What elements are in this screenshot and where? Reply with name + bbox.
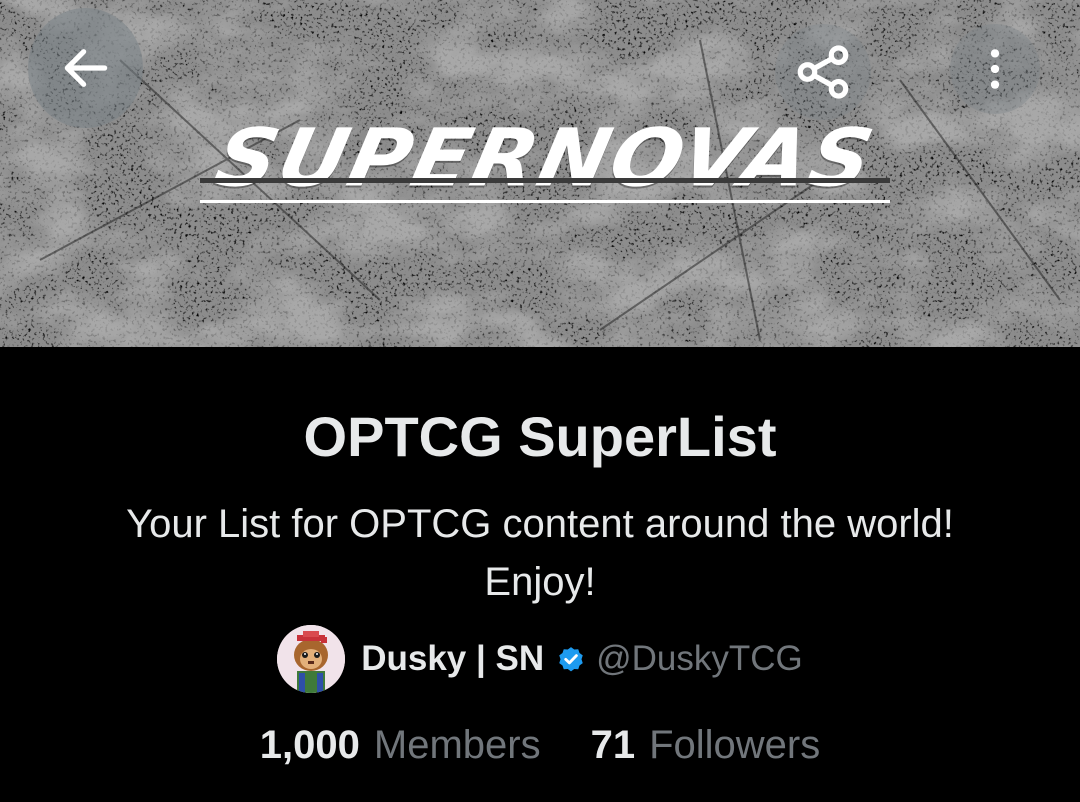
list-description: Your List for OPTCG content around the w…: [40, 495, 1040, 611]
avatar-image: [277, 625, 346, 693]
members-stat[interactable]: 1,000 Members: [260, 723, 541, 768]
list-owner[interactable]: Dusky | SN @DuskyTCG: [0, 625, 1080, 693]
list-title: OPTCG SuperList: [303, 405, 777, 468]
list-description-line: Your List for OPTCG content around the w…: [126, 502, 954, 546]
followers-count: 71: [590, 722, 636, 767]
more-vertical-icon: [990, 49, 1000, 89]
share-icon: [797, 45, 849, 99]
banner-logo-underline: [200, 200, 890, 203]
verified-badge-icon: [559, 647, 583, 672]
list-stats: 1,000 Members 71 Followers: [0, 715, 1080, 775]
avatar[interactable]: [277, 625, 346, 693]
banner-logo: SUPERNOVAS: [200, 108, 890, 218]
banner-logo-stripe: [200, 178, 890, 183]
list-description-line: Enjoy!: [484, 560, 596, 604]
back-button[interactable]: [28, 8, 143, 128]
arrow-left-icon: [64, 49, 107, 87]
share-button[interactable]: [775, 24, 871, 120]
followers-label: Followers: [649, 722, 821, 767]
members-count: 1,000: [259, 722, 360, 767]
more-options-button[interactable]: [950, 24, 1040, 114]
banner-logo-text: SUPERNOVAS: [207, 111, 883, 205]
members-label: Members: [373, 722, 541, 767]
owner-name[interactable]: Dusky | SN: [361, 639, 544, 679]
followers-stat[interactable]: 71 Followers: [591, 723, 821, 768]
list-banner: SUPERNOVAS: [0, 0, 1080, 347]
owner-handle[interactable]: @DuskyTCG: [596, 639, 803, 679]
list-header-content: OPTCG SuperList Your List for OPTCG cont…: [0, 347, 1080, 802]
